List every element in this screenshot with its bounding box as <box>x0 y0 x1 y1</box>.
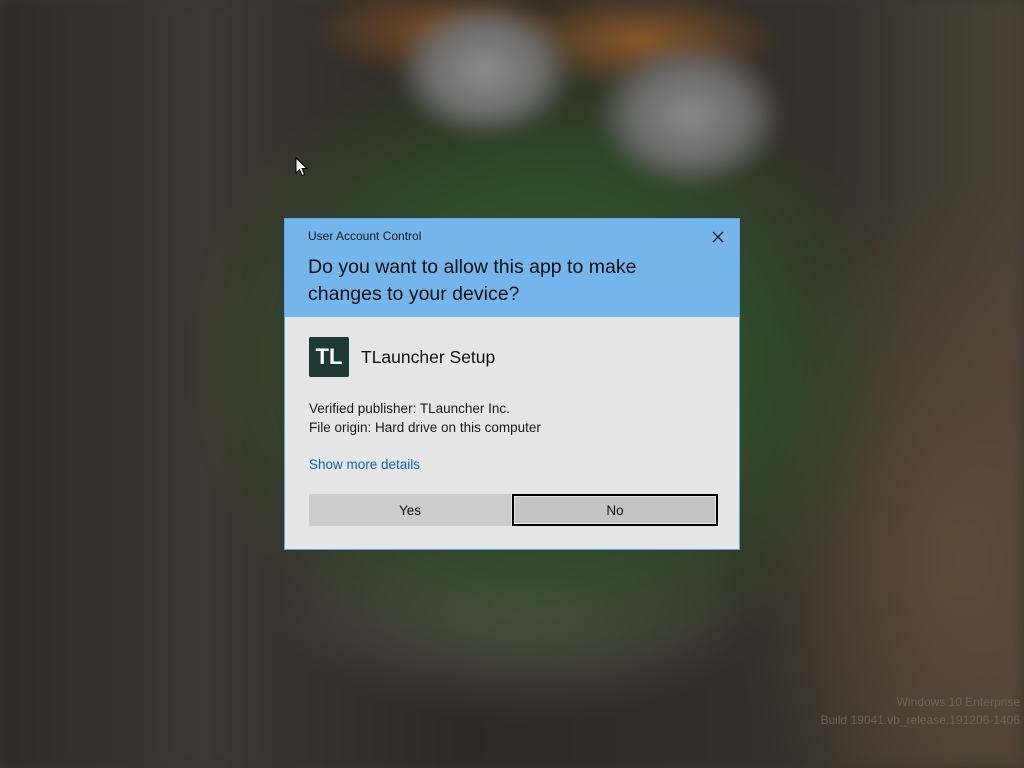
close-button[interactable] <box>709 228 727 246</box>
watermark-edition: Windows 10 Enterprise <box>896 695 1020 709</box>
publisher-details: Verified publisher: TLauncher Inc. File … <box>309 399 541 437</box>
app-info: TL TLauncher Setup <box>309 337 495 377</box>
no-button[interactable]: No <box>512 494 718 526</box>
dialog-title: User Account Control <box>308 229 422 243</box>
tlauncher-app-icon: TL <box>309 337 349 377</box>
watermark-build: Build 19041.vb_release.191206-1406 <box>820 713 1021 727</box>
file-origin: File origin: Hard drive on this computer <box>309 420 541 435</box>
yes-button[interactable]: Yes <box>309 494 511 526</box>
app-name: TLauncher Setup <box>361 346 496 367</box>
uac-question: Do you want to allow this app to make ch… <box>308 256 637 305</box>
mouse-cursor-icon <box>295 157 309 177</box>
dialog-header: User Account Control Do you want to allo… <box>285 219 739 317</box>
show-more-details-link[interactable]: Show more details <box>309 457 420 472</box>
verified-publisher: Verified publisher: TLauncher Inc. <box>309 401 510 416</box>
uac-dialog: User Account Control Do you want to allo… <box>284 218 740 550</box>
close-icon <box>712 231 724 243</box>
windows-watermark: Windows 10 Enterprise Build 19041.vb_rel… <box>821 693 1021 729</box>
